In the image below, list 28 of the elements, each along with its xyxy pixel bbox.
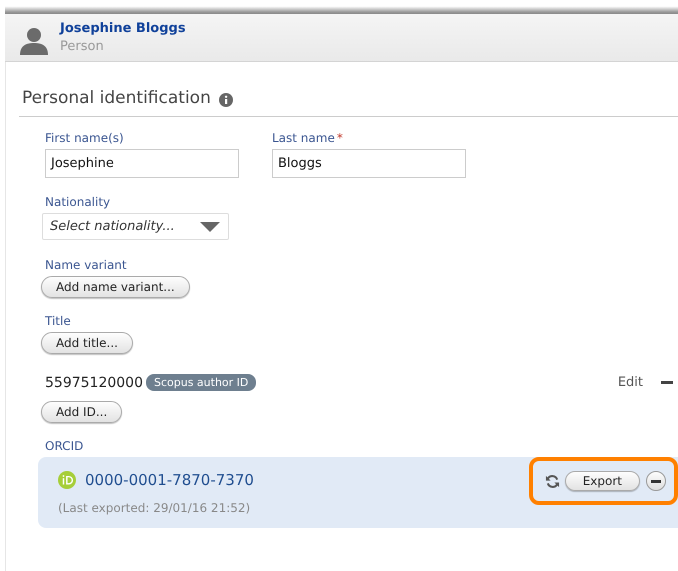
record-type: Person [60,39,105,54]
add-name-variant-button[interactable]: Add name variant... [41,276,190,298]
text-field[interactable]: Bloggs [272,149,466,178]
edit-link[interactable]: Edit [618,375,643,390]
field-label: Last name [272,131,335,145]
remove-button[interactable] [646,471,666,491]
id-type-tag: Scopus author ID [146,374,256,391]
field-label: Title [45,314,71,328]
caret-icon [200,222,220,232]
orcid-icon [58,471,76,489]
refresh-icon[interactable] [544,474,560,488]
export-timestamp: (Last exported: 29/01/16 21:52) [58,501,252,515]
field-label: Name variant [45,258,127,272]
field-label: ORCID [45,439,84,453]
add-id-button[interactable]: Add ID... [41,401,122,423]
orcid-link[interactable]: 0000-0001-7870-7370 [85,471,254,489]
required-mark: * [336,131,343,145]
id-value: 55975120000 [45,374,143,390]
field-label: Nationality [45,195,110,209]
person-name[interactable]: Josephine Bloggs [60,21,186,36]
add-title-button[interactable]: Add title... [41,332,133,354]
person-icon [19,26,49,56]
section-title: Personal identification [22,88,211,108]
nationality-dropdown[interactable]: Select nationality... [42,213,229,240]
export-button[interactable]: Export [564,471,640,491]
field-label: First name(s) [45,131,124,145]
text-field[interactable]: Josephine [45,149,239,178]
info-icon[interactable] [218,92,233,106]
